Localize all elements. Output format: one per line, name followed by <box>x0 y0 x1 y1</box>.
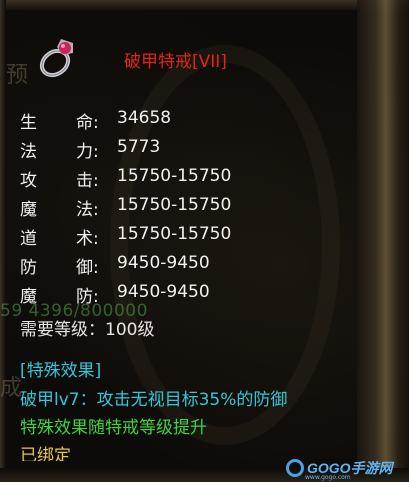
stat-value: 15750-15750 <box>117 195 232 215</box>
item-title: 破甲特戒[VII] <box>124 52 227 72</box>
stat-value: 9450-9450 <box>117 282 210 302</box>
stat-value: 9450-9450 <box>117 253 210 273</box>
frame-top-border <box>0 0 409 10</box>
ring-icon <box>33 33 83 83</box>
background-text-left-top: 预 <box>6 63 29 88</box>
stat-key-char1: 魔 <box>20 200 37 220</box>
special-effect-title: [特殊效果] <box>20 361 102 381</box>
background-text-left-mid: 成 <box>0 376 23 401</box>
bound-status: 已绑定 <box>20 446 71 461</box>
special-effect-note: 特殊效果随特戒等级提升 <box>20 418 207 438</box>
stat-key-char1: 道 <box>20 229 37 249</box>
stat-key-char2: 术: <box>76 229 99 249</box>
stat-value: 15750-15750 <box>117 224 232 244</box>
stat-key-char1: 法 <box>20 142 37 162</box>
stat-key-char2: 御: <box>76 258 99 278</box>
stat-key-char2: 力: <box>76 142 99 162</box>
stat-key-char2: 命: <box>76 113 99 133</box>
special-effect-text: 破甲lv7：攻击无视目标35%的防御 <box>20 390 288 410</box>
stat-key-char2: 法: <box>76 200 99 220</box>
frame-right-ornament <box>357 0 409 482</box>
stat-value: 34658 <box>117 108 172 128</box>
stat-key-char1: 攻 <box>20 171 37 191</box>
watermark-url: www.gogo.com <box>305 474 351 481</box>
stat-value: 5773 <box>117 137 161 157</box>
stat-key-char2: 击: <box>76 171 99 191</box>
gogo-logo-icon <box>286 459 304 477</box>
level-requirement: 需要等级：100级 <box>20 320 155 340</box>
tooltip-panel: 预 成 59 4396/800000 破甲特戒[VII] 生 命: 34658 … <box>0 0 409 482</box>
stat-key-char2: 防: <box>76 287 99 307</box>
stat-value: 15750-15750 <box>117 166 232 186</box>
stat-key-char1: 生 <box>20 113 37 133</box>
stat-key-char1: 防 <box>20 258 37 278</box>
stat-key-char1: 魔 <box>20 287 37 307</box>
